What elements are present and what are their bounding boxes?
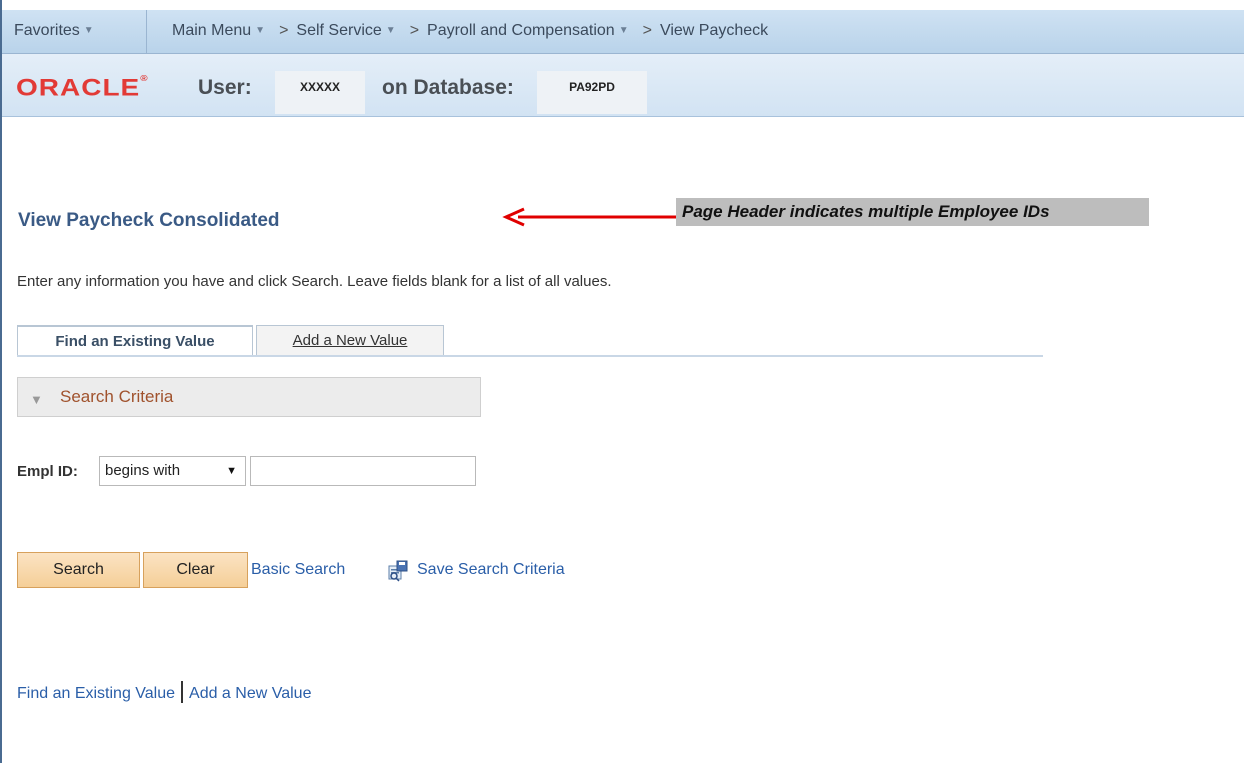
database-label: on Database:: [382, 76, 514, 99]
basic-search-link[interactable]: Basic Search: [251, 561, 345, 579]
clear-button[interactable]: Clear: [143, 552, 248, 588]
top-navigation-bar: Favorites ▼ Main Menu ▼ > Self Service ▼ > Payr…: [2, 10, 1244, 54]
tab-find-existing-value[interactable]: Find an Existing Value: [17, 325, 253, 355]
oracle-logo: ORACLE®: [16, 74, 149, 101]
breadcrumb-separator-icon: >: [279, 22, 289, 39]
chevron-down-icon: ▼: [385, 25, 396, 36]
bottom-links: Find an Existing Value Add a New Value: [17, 681, 311, 703]
favorites-menu[interactable]: Favorites ▼: [14, 22, 94, 40]
breadcrumb-payroll[interactable]: Payroll and Compensation ▼: [427, 22, 629, 39]
breadcrumb-separator-icon: >: [642, 22, 652, 39]
main-menu[interactable]: Main Menu ▼: [172, 22, 265, 39]
tab-underline: [17, 355, 1043, 357]
search-criteria-header[interactable]: ▼ Search Criteria: [17, 377, 481, 417]
collapse-triangle-icon: ▼: [30, 392, 43, 407]
chevron-down-icon: ▼: [618, 25, 629, 36]
link-divider: [181, 681, 184, 703]
tab-add-new-value[interactable]: Add a New Value: [256, 325, 444, 355]
empl-id-operator-select[interactable]: begins with ▼: [99, 456, 246, 486]
empl-id-label: Empl ID:: [17, 463, 78, 480]
breadcrumb-view-paycheck[interactable]: View Paycheck: [660, 22, 768, 39]
user-label: User:: [198, 76, 252, 99]
instructions-text: Enter any information you have and click…: [17, 273, 612, 290]
breadcrumb-separator-icon: >: [409, 22, 420, 39]
favorites-label: Favorites: [14, 22, 80, 39]
chevron-down-icon: ▼: [83, 25, 94, 36]
dropdown-arrow-icon: ▼: [226, 465, 237, 477]
user-value: XXXXX: [275, 71, 365, 114]
annotation-callout: Page Header indicates multiple Employee …: [676, 198, 1149, 226]
empl-id-input[interactable]: [250, 456, 476, 486]
breadcrumb: Main Menu ▼ > Self Service ▼ > Payroll and Com…: [172, 22, 768, 40]
bottom-link-find-existing-value[interactable]: Find an Existing Value: [17, 685, 175, 702]
bottom-link-add-new-value[interactable]: Add a New Value: [189, 685, 311, 702]
tab-bar: Find an Existing Value Add a New Value: [17, 325, 1043, 358]
app-header: ORACLE® User: XXXXX on Database: PA92PD: [2, 54, 1244, 117]
chevron-down-icon: ▼: [255, 25, 266, 36]
search-button[interactable]: Search: [17, 552, 140, 588]
operator-selected-value: begins with: [105, 462, 181, 479]
page-title: View Paycheck Consolidated: [18, 210, 280, 231]
search-criteria-label: Search Criteria: [60, 387, 174, 406]
save-search-criteria-link[interactable]: Save Search Criteria: [417, 561, 565, 579]
nav-divider: [146, 10, 147, 54]
database-value: PA92PD: [537, 71, 647, 114]
arrow-left-icon: [502, 207, 680, 227]
breadcrumb-self-service[interactable]: Self Service ▼: [296, 22, 395, 39]
save-search-criteria-icon[interactable]: [387, 560, 409, 582]
